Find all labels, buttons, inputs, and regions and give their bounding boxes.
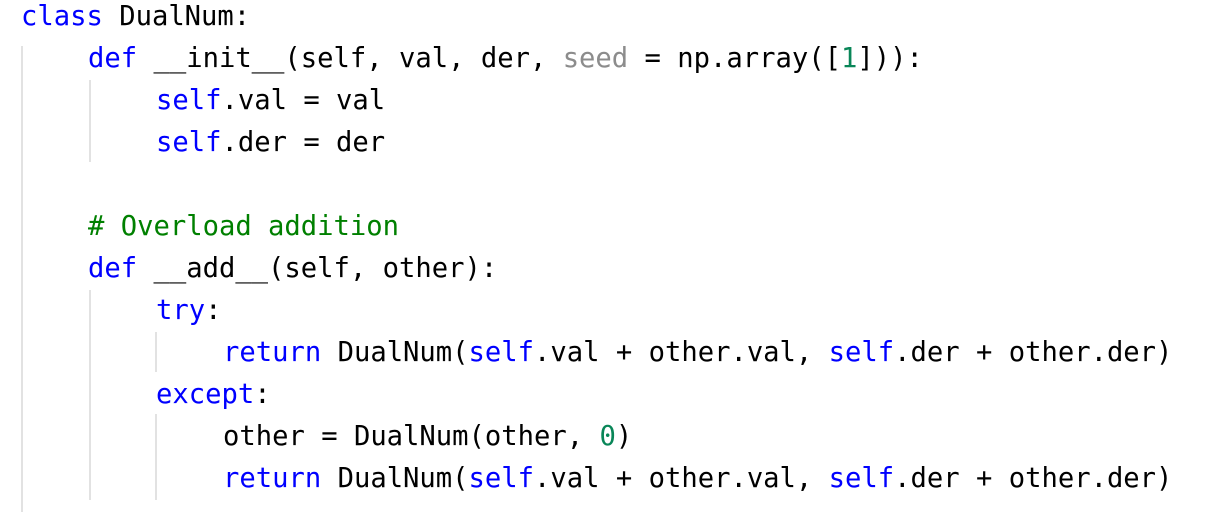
code-editor[interactable]: class DualNum: def __init__(self, val, d… — [0, 0, 1228, 512]
code-line[interactable]: # Overload addition — [88, 206, 399, 248]
self-token: self — [156, 127, 222, 158]
default-param-token: seed — [562, 43, 629, 74]
code-token: __add__(self, other): — [137, 253, 498, 284]
code-line[interactable]: except: — [156, 374, 271, 416]
code-token: __init__(self, val, der, — [137, 43, 563, 74]
code-line[interactable]: self.val = val — [156, 80, 385, 122]
code-token: .der = der — [221, 127, 386, 158]
code-line[interactable]: try: — [156, 290, 221, 332]
code-token: .val + other.val, — [534, 463, 829, 494]
code-token: : — [205, 295, 222, 326]
code-line[interactable]: def __add__(self, other): — [88, 248, 497, 290]
self-token: self — [828, 463, 895, 494]
code-line[interactable]: return DualNum(self.val + other.val, sel… — [223, 458, 1172, 500]
code-token: ) — [615, 421, 633, 452]
keyword-token: return — [223, 337, 322, 368]
self-token: self — [468, 463, 535, 494]
indent-guide-except-body — [155, 414, 157, 500]
code-line[interactable]: return DualNum(self.val + other.val, sel… — [223, 332, 1172, 374]
code-token: = np.array([ — [628, 43, 841, 74]
self-token: self — [828, 337, 895, 368]
keyword-token: try — [156, 295, 206, 326]
code-line[interactable]: class DualNum: — [21, 0, 250, 38]
self-token: self — [468, 337, 535, 368]
code-line[interactable]: self.der = der — [156, 122, 385, 164]
code-token: DualNum( — [321, 337, 469, 368]
keyword-token: def — [88, 253, 138, 284]
self-token: self — [156, 85, 222, 116]
comment-token: # Overload addition — [88, 211, 399, 242]
code-token: other = DualNum(other, — [223, 421, 600, 452]
code-token: : — [254, 379, 271, 410]
indent-guide-class-body — [21, 46, 23, 512]
indent-guide-init-body — [89, 80, 91, 162]
number-token: 0 — [599, 421, 616, 452]
indent-guide-try-body — [155, 332, 157, 372]
code-token: .val = val — [221, 85, 386, 116]
indent-guide-add-body — [89, 290, 91, 500]
keyword-token: except — [156, 379, 255, 410]
code-line[interactable]: def __init__(self, val, der, seed = np.a… — [88, 38, 923, 80]
code-token: DualNum( — [321, 463, 469, 494]
keyword-token: def — [88, 43, 138, 74]
code-token: .val + other.val, — [534, 337, 829, 368]
code-line[interactable]: other = DualNum(other, 0) — [223, 416, 632, 458]
keyword-token: class — [21, 1, 103, 32]
keyword-token: return — [223, 463, 322, 494]
code-token: .der + other.der) — [894, 463, 1173, 494]
number-token: 1 — [840, 43, 858, 74]
code-token: .der + other.der) — [894, 337, 1173, 368]
code-token: DualNum: — [102, 1, 251, 32]
code-token: ])): — [857, 43, 923, 74]
